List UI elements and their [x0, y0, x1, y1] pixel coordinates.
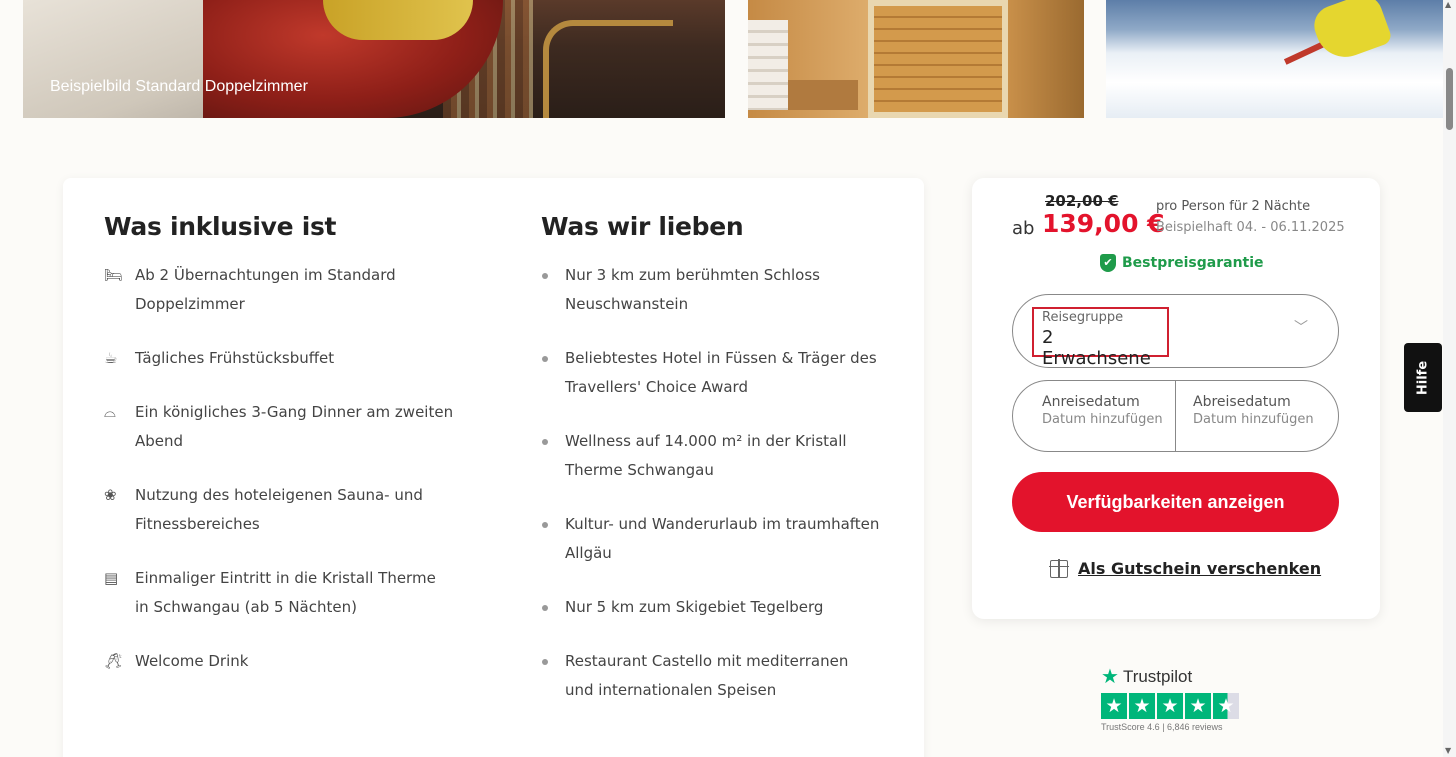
date-divider [1175, 381, 1176, 451]
example-dates-text: Beispielhaft 04. - 06.11.2025 [1156, 220, 1345, 235]
scroll-up-arrow-icon[interactable]: ▲ [1445, 0, 1451, 9]
sauna-image-towels [748, 20, 788, 110]
departure-date-field[interactable]: Abreisedatum Datum hinzufügen [1193, 394, 1338, 427]
gift-voucher-link[interactable]: Als Gutschein verschenken [1049, 558, 1321, 578]
best-price-badge: ✔ Bestpreisgarantie [1100, 254, 1264, 272]
star-icon: ★ [1185, 693, 1211, 719]
date-picker: Anreisedatum Datum hinzufügen Abreisedat… [1012, 380, 1339, 452]
star-icon: ★ [1157, 693, 1183, 719]
travel-group-field[interactable]: Reisegruppe 2 Erwachsene [1032, 307, 1169, 369]
star-icon: ★ [1129, 693, 1155, 719]
trustpilot-widget[interactable]: ★ Trustpilot ★ ★ ★ ★ ★ TrustScore 4.6 | … [1101, 664, 1239, 732]
trustpilot-star-icon: ★ [1101, 666, 1119, 688]
love-item: Wellness auf 14.000 m² in der Kristall T… [541, 427, 881, 485]
sauna-image-bench [788, 80, 858, 110]
trustpilot-score: TrustScore 4.6 | 6,846 reviews [1101, 722, 1223, 732]
included-item: 🥂︎ Welcome Drink [104, 647, 454, 676]
bullet-icon [541, 593, 565, 622]
love-item-text: Restaurant Castello mit mediterranen und… [565, 652, 849, 699]
love-item-text: Nur 3 km zum berühmten Schloss Neuschwan… [565, 266, 820, 313]
love-item: Beliebtestes Hotel in Füssen & Träger de… [541, 344, 881, 402]
lotus-icon: ❀ [104, 486, 117, 504]
room-image[interactable]: Beispielbild Standard Doppelzimmer [23, 0, 725, 118]
included-item: 🛏︎ Ab 2 Übernachtungen im Standard Doppe… [104, 261, 454, 319]
included-item-text: Ab 2 Übernachtungen im Standard Doppelzi… [135, 266, 396, 313]
departure-date-value: Datum hinzufügen [1193, 412, 1314, 427]
included-item-text: Tägliches Frühstücksbuffet [135, 349, 335, 367]
included-item: ⌓ Ein königliches 3-Gang Dinner am zweit… [104, 398, 454, 456]
bullet-icon [541, 510, 565, 568]
booking-card: 202,00 € ab 139,00 € pro Person für 2 Nä… [972, 178, 1380, 619]
included-item-text: Nutzung des hoteleigenen Sauna- und Fitn… [135, 486, 423, 533]
arrival-date-field[interactable]: Anreisedatum Datum hinzufügen [1042, 394, 1202, 427]
love-item: Restaurant Castello mit mediterranen und… [541, 647, 881, 705]
old-price: 202,00 € [1045, 192, 1119, 210]
love-item-text: Wellness auf 14.000 m² in der Kristall T… [565, 432, 847, 479]
star-icon: ★ [1101, 693, 1127, 719]
travel-group-select[interactable]: Reisegruppe 2 Erwachsene ﹀ [1012, 294, 1339, 369]
trustpilot-brand: Trustpilot [1122, 666, 1193, 686]
included-section: Was inklusive ist 🛏︎ Ab 2 Übernachtungen… [104, 212, 454, 701]
included-item: ❀ Nutzung des hoteleigenen Sauna- und Fi… [104, 481, 454, 539]
departure-date-label: Abreisedatum [1193, 394, 1291, 410]
included-item-text: Welcome Drink [135, 652, 249, 670]
travel-group-label: Reisegruppe [1042, 310, 1124, 325]
sauna-image[interactable] [748, 0, 1084, 118]
love-item-text: Beliebtestes Hotel in Füssen & Träger de… [565, 349, 877, 396]
ticket-icon: ▤ [104, 569, 119, 587]
per-person-text: pro Person für 2 Nächte [1156, 199, 1311, 214]
included-item-text: Einmaliger Eintritt in die Kristall Ther… [135, 569, 436, 616]
arrival-date-value: Datum hinzufügen [1042, 412, 1163, 427]
bullet-icon [541, 261, 565, 319]
included-item: ▤ Einmaliger Eintritt in die Kristall Th… [104, 564, 454, 622]
scroll-down-arrow-icon[interactable]: ▼ [1445, 746, 1451, 755]
love-item-text: Nur 5 km zum Skigebiet Tegelberg [565, 598, 824, 616]
love-item: Nur 3 km zum berühmten Schloss Neuschwan… [541, 261, 881, 319]
page-scrollbar[interactable]: ▲ ▼ [1443, 0, 1456, 757]
price-note: pro Person für 2 Nächte Beispielhaft 04.… [1156, 196, 1345, 238]
room-image-pillow [323, 0, 473, 40]
gift-voucher-label[interactable]: Als Gutschein verschenken [1078, 559, 1321, 578]
bed-icon: 🛏︎ [104, 266, 124, 284]
best-price-label: Bestpreisgarantie [1122, 255, 1264, 271]
room-image-caption: Beispielbild Standard Doppelzimmer [50, 78, 308, 95]
features-card: Was inklusive ist 🛏︎ Ab 2 Übernachtungen… [63, 178, 924, 757]
sauna-image-door [868, 0, 1008, 118]
half-star-icon: ★ [1213, 693, 1239, 719]
arrival-date-label: Anreisedatum [1042, 394, 1140, 410]
love-item: Kultur- und Wanderurlaub im traumhaften … [541, 510, 881, 568]
love-section: Was wir lieben Nur 3 km zum berühmten Sc… [541, 212, 881, 730]
help-tab[interactable]: Hilfe [1404, 343, 1442, 412]
coffee-cup-icon: ☕︎ [104, 349, 118, 367]
chevron-down-icon[interactable]: ﹀ [1294, 317, 1308, 337]
love-title: Was wir lieben [541, 212, 744, 241]
current-price: 139,00 € [1042, 209, 1165, 238]
trustpilot-header: ★ Trustpilot [1101, 664, 1239, 689]
travel-group-value: 2 Erwachsene [1042, 327, 1151, 369]
love-item-text: Kultur- und Wanderurlaub im traumhaften … [565, 515, 880, 562]
ski-image[interactable] [1106, 0, 1444, 118]
love-item: Nur 5 km zum Skigebiet Tegelberg [541, 593, 881, 622]
bullet-icon [541, 647, 565, 705]
bullet-icon [541, 344, 565, 402]
included-item: ☕︎ Tägliches Frühstücksbuffet [104, 344, 454, 373]
show-availability-button[interactable]: Verfügbarkeiten anzeigen [1012, 472, 1339, 532]
trustpilot-rating-stars: ★ ★ ★ ★ ★ [1101, 693, 1239, 719]
price-prefix: ab [1012, 218, 1035, 239]
scrollbar-thumb[interactable] [1446, 68, 1453, 130]
shield-check-icon: ✔ [1100, 254, 1116, 272]
included-item-text: Ein königliches 3-Gang Dinner am zweiten… [135, 403, 454, 450]
room-image-chair [543, 20, 673, 118]
gift-icon [1049, 558, 1069, 578]
bullet-icon [541, 427, 565, 485]
ski-image-skier [1308, 0, 1394, 66]
cloche-icon: ⌓ [104, 403, 116, 421]
included-title: Was inklusive ist [104, 212, 337, 241]
help-label: Hilfe [1415, 360, 1431, 395]
champagne-icon: 🥂︎ [104, 652, 124, 670]
